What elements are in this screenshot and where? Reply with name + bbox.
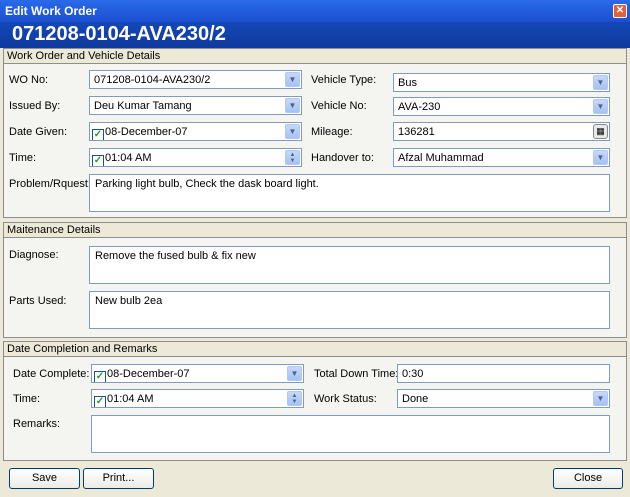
completion-time-value: 01:04 AM bbox=[107, 393, 154, 405]
issued-by-value: Deu Kumar Tamang bbox=[94, 100, 192, 112]
completion-section: Date Completion and Remarks Date Complet… bbox=[3, 341, 627, 461]
vehicle-no-value: AVA-230 bbox=[398, 101, 441, 113]
handover-value: Afzal Muhammad bbox=[398, 152, 484, 164]
window-title: Edit Work Order bbox=[5, 4, 97, 18]
save-button[interactable]: Save bbox=[9, 468, 80, 489]
date-given-checkbox[interactable]: ✓ bbox=[92, 129, 104, 140]
down-time-input[interactable]: 0:30 bbox=[397, 364, 610, 383]
time-checkbox[interactable]: ✓ bbox=[92, 155, 104, 166]
vehicle-type-combo[interactable]: Bus ▼ bbox=[393, 73, 610, 92]
calculator-icon[interactable]: ▦ bbox=[593, 124, 608, 139]
time-value: 01:04 AM bbox=[105, 152, 152, 164]
completion-time-picker[interactable]: ✓ 01:04 AM ▲ ▼ bbox=[91, 389, 304, 408]
mileage-value: 136281 bbox=[398, 126, 435, 138]
section-title: Work Order and Vehicle Details bbox=[4, 49, 626, 64]
chevron-down-icon[interactable]: ▼ bbox=[287, 366, 302, 381]
work-order-section: Work Order and Vehicle Details WO No: 07… bbox=[3, 48, 627, 218]
close-button[interactable]: Close bbox=[553, 468, 623, 489]
remarks-textarea[interactable] bbox=[91, 415, 610, 453]
wo-no-combo[interactable]: 071208-0104-AVA230/2 ▼ bbox=[89, 70, 302, 89]
handover-combo[interactable]: Afzal Muhammad ▼ bbox=[393, 148, 610, 167]
completion-time-label: Time: bbox=[13, 393, 41, 405]
completion-time-checkbox[interactable]: ✓ bbox=[94, 396, 106, 407]
problem-textarea[interactable]: Parking light bulb, Check the dask board… bbox=[89, 174, 610, 212]
vehicle-no-combo[interactable]: AVA-230 ▼ bbox=[393, 97, 610, 116]
status-value: Done bbox=[402, 393, 429, 405]
time-picker[interactable]: ✓ 01:04 AM ▲ ▼ bbox=[89, 148, 302, 167]
down-time-value: 0:30 bbox=[402, 368, 424, 380]
date-complete-value: 08-December-07 bbox=[107, 368, 190, 380]
vehicle-type-value: Bus bbox=[398, 77, 417, 89]
status-label: Work Status: bbox=[314, 393, 377, 405]
wo-no-label: WO No: bbox=[9, 74, 49, 86]
diagnose-label: Diagnose: bbox=[9, 249, 59, 261]
issued-by-combo[interactable]: Deu Kumar Tamang ▼ bbox=[89, 96, 302, 115]
chevron-down-icon[interactable]: ▼ bbox=[593, 75, 608, 90]
down-time-label: Total Down Time: bbox=[314, 368, 399, 380]
chevron-down-icon[interactable]: ▼ bbox=[593, 391, 608, 406]
vehicle-type-label: Vehicle Type: bbox=[311, 74, 377, 86]
status-combo[interactable]: Done ▼ bbox=[397, 389, 610, 408]
parts-textarea[interactable]: New bulb 2ea bbox=[89, 291, 610, 329]
diagnose-textarea[interactable]: Remove the fused bulb & fix new bbox=[89, 246, 610, 284]
vehicle-no-label: Vehicle No: bbox=[311, 100, 367, 112]
spin-arrows-icon[interactable]: ▲ ▼ bbox=[285, 150, 300, 165]
problem-label: Problem/Rquest: bbox=[9, 178, 91, 190]
section-title: Maitenance Details bbox=[4, 223, 626, 238]
date-given-picker[interactable]: ✓ 08-December-07 ▼ bbox=[89, 122, 302, 141]
work-order-header: 071208-0104-AVA230/2 bbox=[0, 22, 630, 48]
section-title: Date Completion and Remarks bbox=[4, 342, 626, 357]
mileage-label: Mileage: bbox=[311, 126, 353, 138]
date-given-value: 08-December-07 bbox=[105, 126, 188, 138]
remarks-label: Remarks: bbox=[13, 418, 61, 430]
issued-by-label: Issued By: bbox=[9, 100, 61, 112]
date-complete-picker[interactable]: ✓ 08-December-07 ▼ bbox=[91, 364, 304, 383]
print-button[interactable]: Print... bbox=[83, 468, 154, 489]
chevron-down-icon[interactable]: ▼ bbox=[593, 150, 608, 165]
date-complete-checkbox[interactable]: ✓ bbox=[94, 371, 106, 382]
mileage-input[interactable]: 136281 ▦ bbox=[393, 122, 610, 141]
close-icon[interactable]: ✕ bbox=[613, 4, 627, 18]
chevron-down-icon[interactable]: ▼ bbox=[285, 72, 300, 87]
wo-no-value: 071208-0104-AVA230/2 bbox=[94, 74, 211, 86]
handover-label: Handover to: bbox=[311, 152, 374, 164]
spin-arrows-icon[interactable]: ▲ ▼ bbox=[287, 391, 302, 406]
time-label: Time: bbox=[9, 152, 37, 164]
chevron-down-icon[interactable]: ▼ bbox=[285, 124, 300, 139]
chevron-down-icon[interactable]: ▼ bbox=[285, 98, 300, 113]
date-given-label: Date Given: bbox=[9, 126, 68, 138]
window-title-bar[interactable]: Edit Work Order ✕ bbox=[0, 0, 630, 22]
chevron-down-icon[interactable]: ▼ bbox=[593, 99, 608, 114]
maintenance-section: Maitenance Details Diagnose: Remove the … bbox=[3, 222, 627, 338]
date-complete-label: Date Complete: bbox=[13, 368, 90, 380]
parts-label: Parts Used: bbox=[9, 295, 67, 307]
